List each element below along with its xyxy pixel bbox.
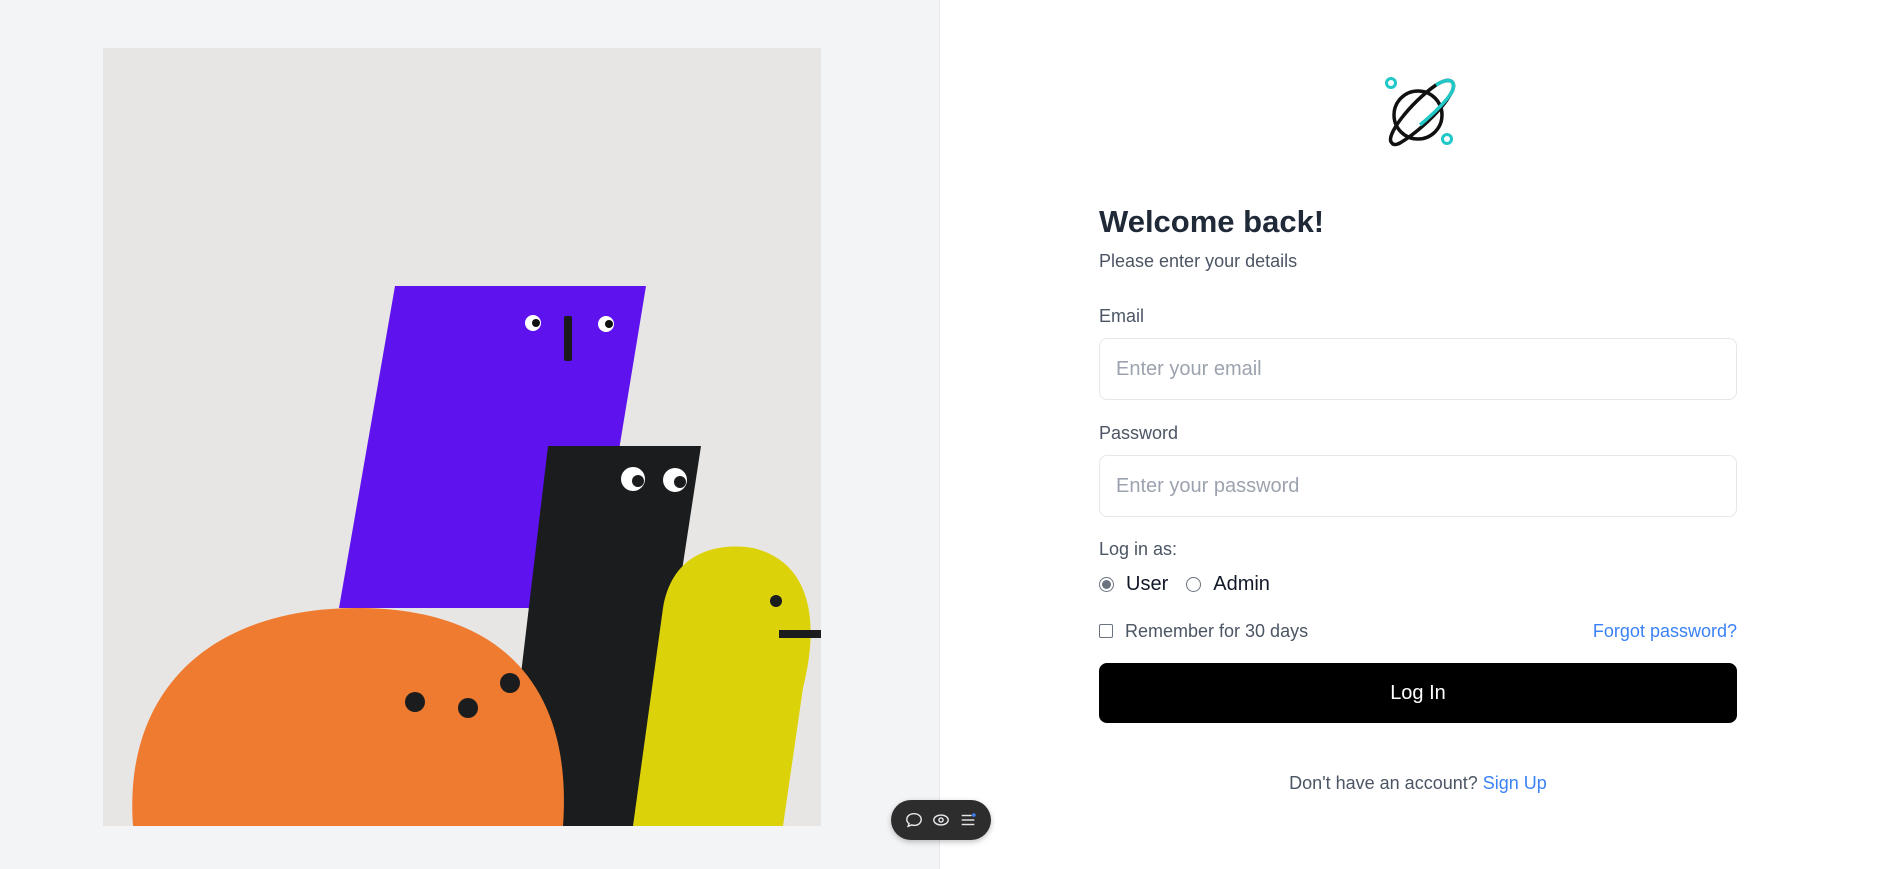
signup-link[interactable]: Sign Up xyxy=(1483,773,1547,793)
remember-label: Remember for 30 days xyxy=(1125,620,1309,641)
admin-radio[interactable] xyxy=(1186,576,1202,592)
page-title: Welcome back! xyxy=(1099,204,1325,239)
role-option-admin[interactable]: Admin xyxy=(1186,573,1270,596)
user-radio[interactable] xyxy=(1099,576,1114,592)
floating-toolbar xyxy=(891,800,991,840)
admin-radio-label: Admin xyxy=(1213,572,1270,595)
remember-checkbox[interactable] xyxy=(1099,624,1113,638)
page-subtitle: Please enter your details xyxy=(1099,251,1298,271)
planet-icon xyxy=(1380,73,1460,153)
menu-icon[interactable] xyxy=(957,809,979,831)
remember-row: Remember for 30 days Forgot password? xyxy=(1099,619,1737,643)
signup-row: Don't have an account? Sign Up xyxy=(1099,773,1737,794)
signup-prompt: Don't have an account? xyxy=(1289,773,1478,793)
password-input[interactable] xyxy=(1099,455,1737,517)
email-label: Email xyxy=(1099,306,1145,326)
comment-icon[interactable] xyxy=(903,809,925,831)
user-radio-label: User xyxy=(1126,572,1169,595)
password-label: Password xyxy=(1099,423,1179,443)
remember-checkbox-control[interactable]: Remember for 30 days xyxy=(1099,621,1308,642)
login-button[interactable]: Log In xyxy=(1099,663,1737,723)
characters-illustration xyxy=(103,48,821,826)
login-form: Welcome back! Please enter your details … xyxy=(1099,200,1737,794)
left-panel xyxy=(0,0,940,869)
role-selector: User Admin xyxy=(1099,571,1737,597)
illustration xyxy=(103,48,821,826)
role-option-user[interactable]: User xyxy=(1099,573,1168,596)
forgot-password-link[interactable]: Forgot password? xyxy=(1593,621,1737,642)
email-input[interactable] xyxy=(1099,338,1737,400)
role-label: Log in as: xyxy=(1099,539,1178,559)
eye-icon[interactable] xyxy=(930,809,952,831)
